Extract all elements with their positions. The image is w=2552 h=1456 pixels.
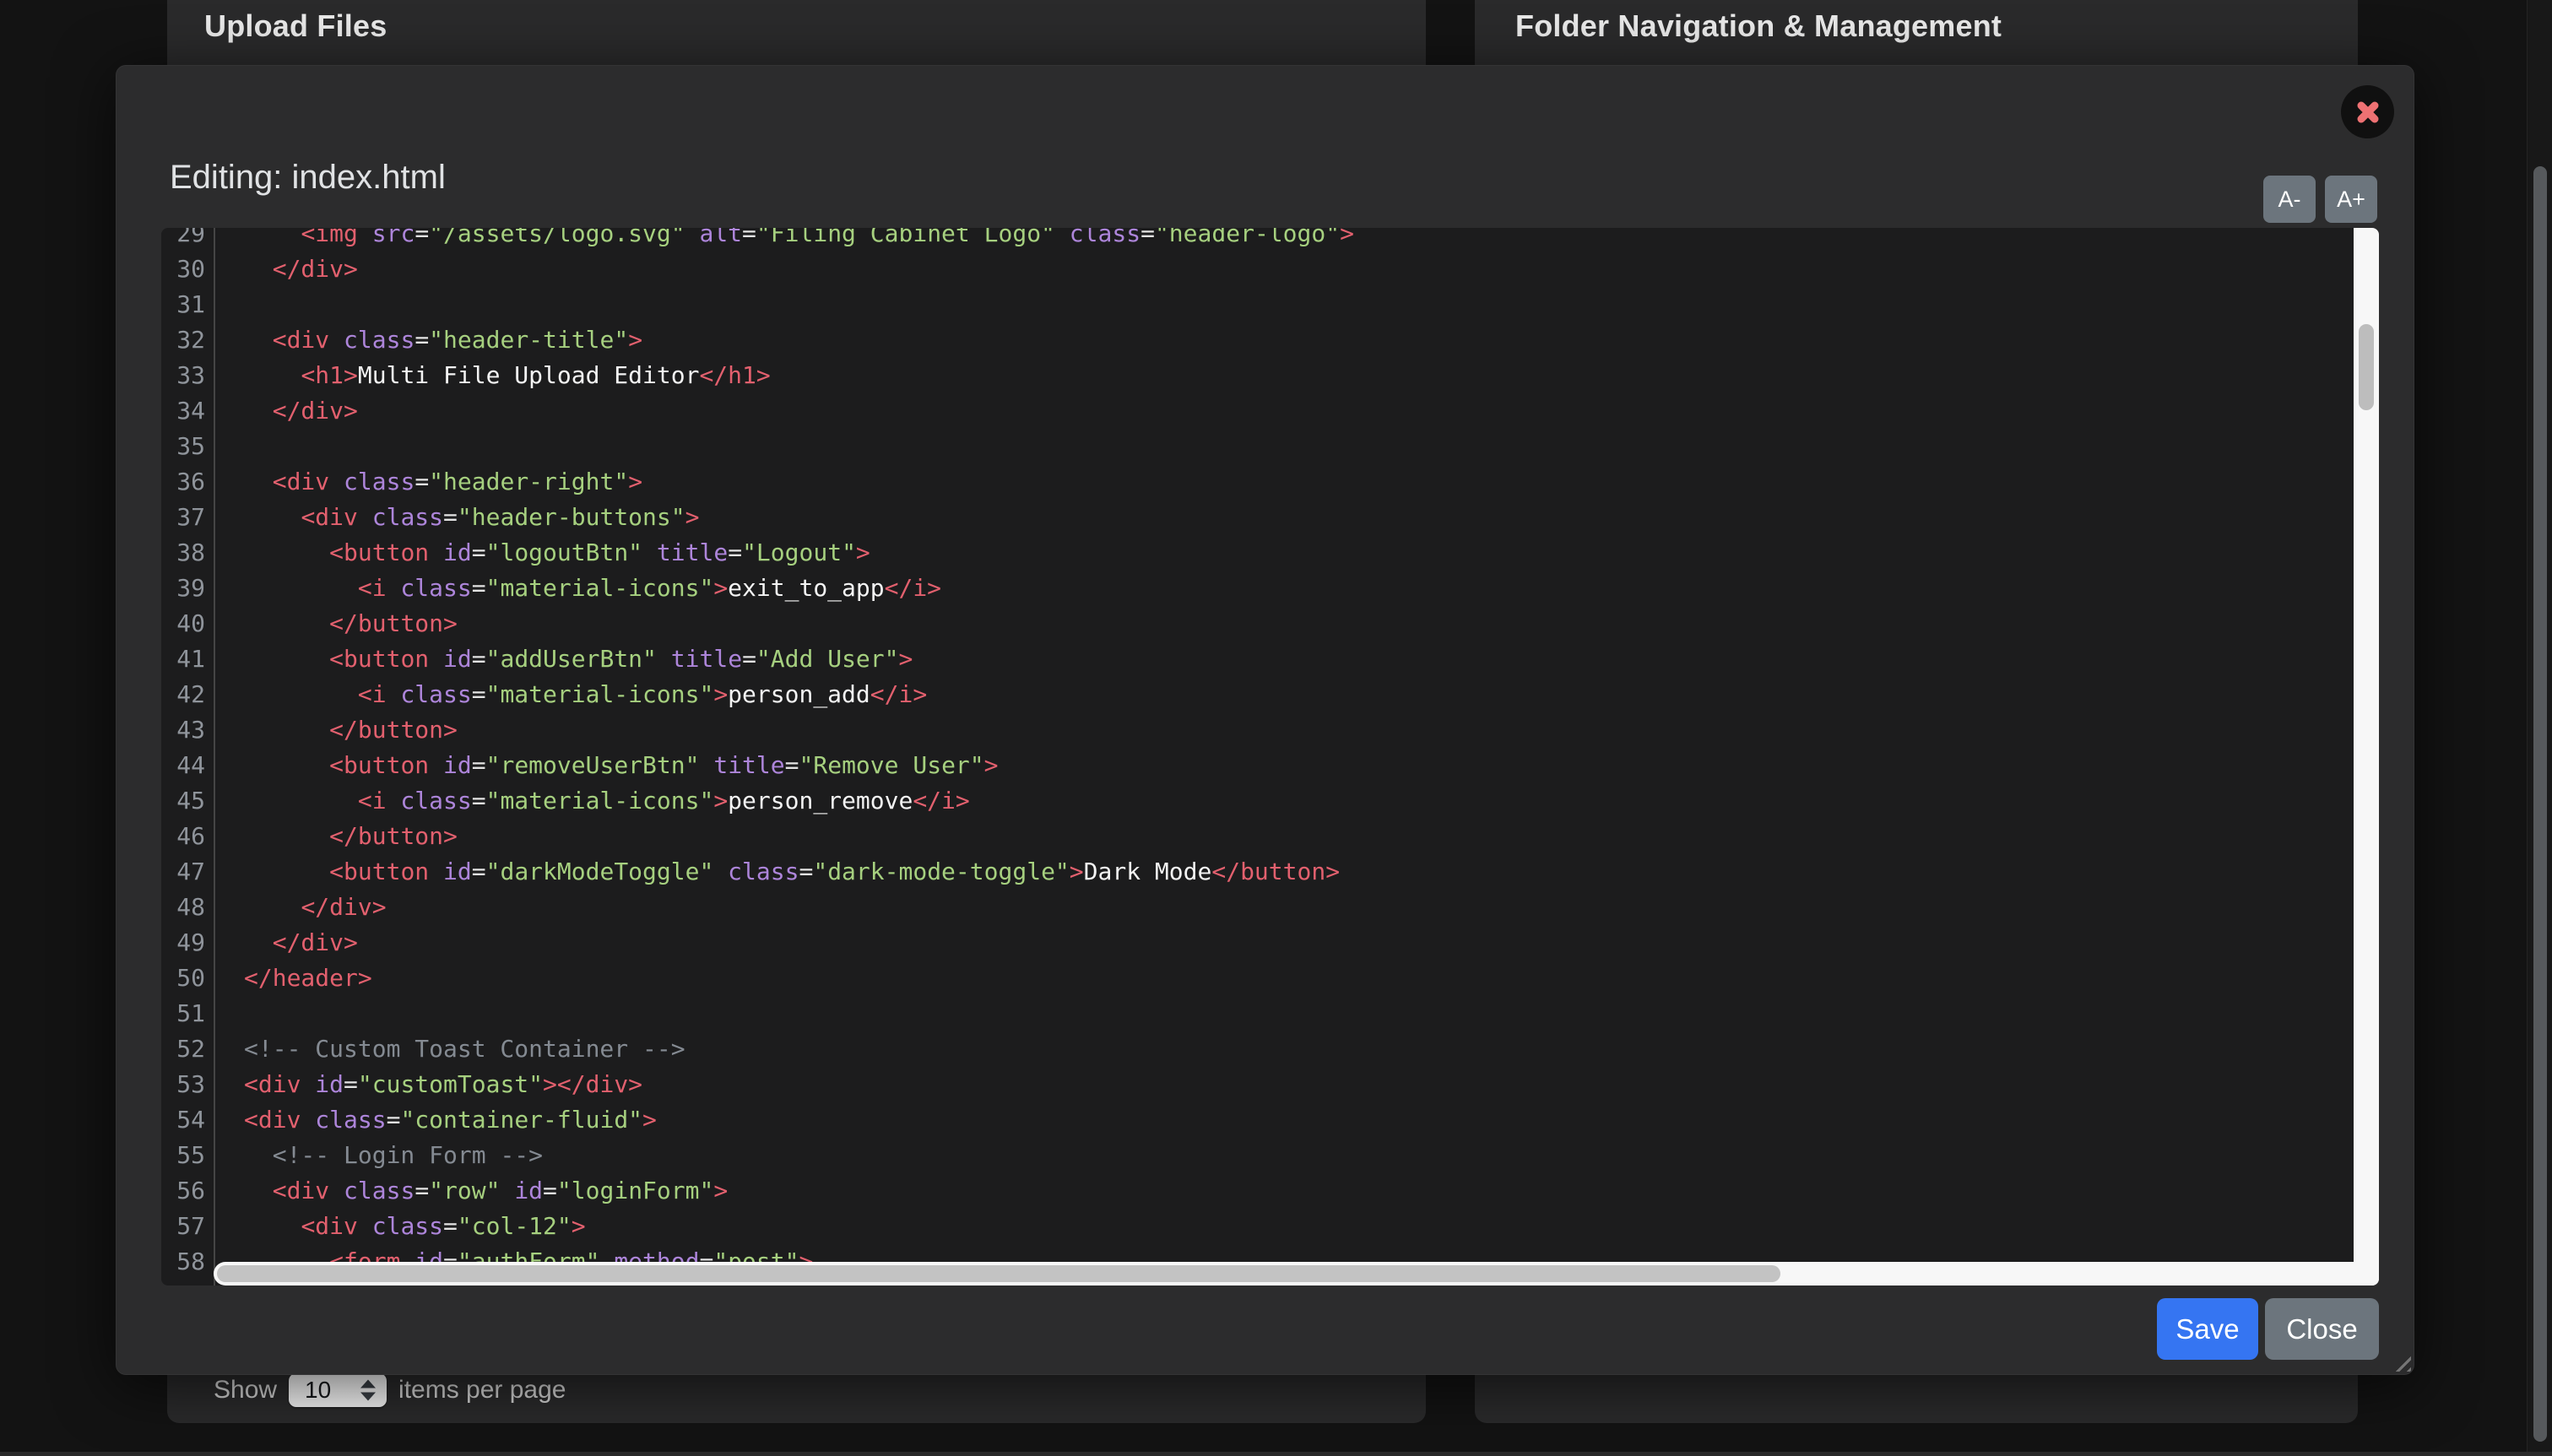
gutter-divider <box>214 228 215 1286</box>
show-label: Show <box>214 1376 277 1405</box>
items-per-page-value: 10 <box>305 1377 331 1404</box>
modal-close-button[interactable] <box>2341 85 2394 138</box>
code-line-29: 29 <img src="/assets/logo.svg" alt="Fili… <box>161 228 2354 252</box>
code-line-48: 48 </div> <box>161 890 2354 925</box>
folder-navigation-card-title: Folder Navigation & Management <box>1515 8 2002 44</box>
code-line-46: 46 </button> <box>161 819 2354 854</box>
code-line-45: 45 <i class="material-icons">person_remo… <box>161 783 2354 819</box>
code-lines: 29 <img src="/assets/logo.svg" alt="Fili… <box>161 228 2354 1280</box>
items-per-page-row: Show 10 items per page <box>214 1372 566 1408</box>
editor-vertical-scrollbar-thumb[interactable] <box>2359 324 2374 410</box>
code-line-35: 35 <box>161 429 2354 464</box>
code-line-44: 44 <button id="removeUserBtn" title="Rem… <box>161 748 2354 783</box>
code-line-41: 41 <button id="addUserBtn" title="Add Us… <box>161 641 2354 677</box>
code-line-32: 32 <div class="header-title"> <box>161 322 2354 358</box>
modal-title: Editing: index.html <box>170 159 446 197</box>
editor-vertical-scrollbar[interactable] <box>2354 228 2379 1286</box>
edit-file-modal: Editing: index.html A- A+ 29 <img src="/… <box>116 65 2414 1375</box>
code-line-52: 52<!-- Custom Toast Container --> <box>161 1031 2354 1067</box>
code-line-47: 47 <button id="darkModeToggle" class="da… <box>161 854 2354 890</box>
code-line-50: 50</header> <box>161 961 2354 996</box>
resize-handle-icon[interactable] <box>2389 1350 2411 1372</box>
font-increase-button[interactable]: A+ <box>2325 176 2377 223</box>
bottom-edge-strip <box>0 1452 2552 1456</box>
close-button[interactable]: Close <box>2265 1298 2379 1360</box>
code-editor[interactable]: 29 <img src="/assets/logo.svg" alt="Fili… <box>161 228 2379 1286</box>
font-size-controls: A- A+ <box>2263 176 2377 223</box>
code-line-34: 34 </div> <box>161 393 2354 429</box>
code-line-39: 39 <i class="material-icons">exit_to_app… <box>161 571 2354 606</box>
save-button[interactable]: Save <box>2157 1298 2258 1360</box>
editor-horizontal-scrollbar[interactable] <box>214 1262 2379 1286</box>
items-per-page-suffix: items per page <box>398 1376 566 1405</box>
items-per-page-select[interactable]: 10 <box>289 1373 387 1407</box>
code-line-40: 40 </button> <box>161 606 2354 641</box>
code-line-31: 31 <box>161 287 2354 322</box>
code-line-37: 37 <div class="header-buttons"> <box>161 500 2354 535</box>
code-line-53: 53<div id="customToast"></div> <box>161 1067 2354 1102</box>
upload-files-card-title: Upload Files <box>204 8 387 44</box>
code-line-54: 54<div class="container-fluid"> <box>161 1102 2354 1138</box>
code-line-55: 55 <!-- Login Form --> <box>161 1138 2354 1173</box>
page-scrollbar-thumb[interactable] <box>2533 166 2547 1442</box>
code-line-57: 57 <div class="col-12"> <box>161 1209 2354 1244</box>
font-decrease-button[interactable]: A- <box>2263 176 2316 223</box>
code-line-36: 36 <div class="header-right"> <box>161 464 2354 500</box>
code-line-56: 56 <div class="row" id="loginForm"> <box>161 1173 2354 1209</box>
page-scrollbar[interactable] <box>2527 0 2552 1456</box>
code-line-30: 30 </div> <box>161 252 2354 287</box>
code-line-38: 38 <button id="logoutBtn" title="Logout"… <box>161 535 2354 571</box>
select-stepper-icon <box>360 1380 376 1401</box>
code-line-49: 49 </div> <box>161 925 2354 961</box>
code-line-43: 43 </button> <box>161 712 2354 748</box>
x-close-icon <box>2353 97 2383 127</box>
editor-horizontal-scrollbar-thumb[interactable] <box>217 1265 1780 1282</box>
code-line-51: 51 <box>161 996 2354 1031</box>
code-line-33: 33 <h1>Multi File Upload Editor</h1> <box>161 358 2354 393</box>
code-line-42: 42 <i class="material-icons">person_add<… <box>161 677 2354 712</box>
